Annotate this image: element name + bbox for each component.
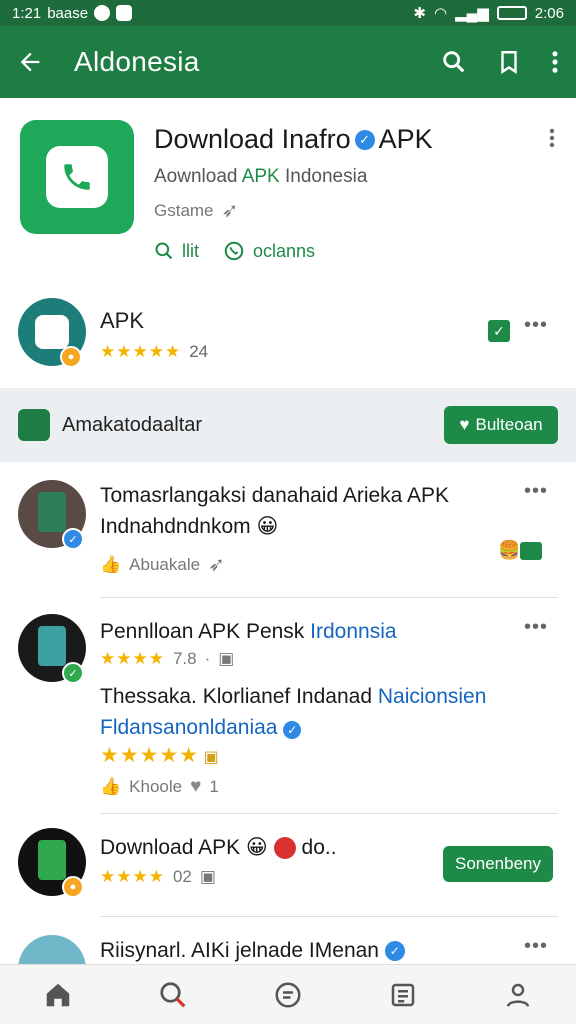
- pin-icon: ➶: [221, 200, 239, 222]
- home-icon[interactable]: [38, 975, 78, 1015]
- more-horizontal-icon[interactable]: •••: [524, 616, 548, 639]
- app-name: APK: [100, 308, 145, 333]
- image-icon: ▣: [199, 867, 216, 886]
- bluetooth-icon: ✱: [413, 5, 426, 22]
- like-icon[interactable]: 👍: [100, 555, 121, 575]
- app-links: llit oclanns: [154, 240, 315, 262]
- link-oclanns[interactable]: oclanns: [223, 240, 315, 262]
- post-body: Thessaka. Klorlianef Indanad Naicionsien…: [100, 685, 487, 739]
- post-item[interactable]: Riisynarl. AIKi jelnade IMenan ✓ •••: [0, 917, 576, 964]
- post-title: Pennlloan APK Pensk Irdonnsia: [100, 620, 397, 643]
- app-title: Download Inafro ✓ APK: [154, 124, 433, 154]
- verified-icon: ✓: [354, 129, 375, 150]
- status-time-left: 1:21: [12, 4, 42, 22]
- app-meta: Gstame ➶: [154, 200, 239, 222]
- like-icon[interactable]: 👍: [100, 777, 121, 797]
- post-item[interactable]: ✓ Tomasrlangaksi danahaid Arieka APK Ind…: [0, 462, 576, 597]
- check-icon[interactable]: ✓: [488, 320, 510, 342]
- battery-icon: [496, 6, 527, 20]
- post-avatar: [18, 935, 86, 964]
- tree-icon: [18, 409, 50, 441]
- bottom-navigation: [0, 964, 576, 1024]
- page-title: Aldonesia: [74, 46, 200, 77]
- post-action-button[interactable]: Sonenbeny: [443, 846, 553, 882]
- app-logo: [20, 120, 134, 234]
- badge-icon: ●: [60, 346, 82, 368]
- status-bar: 1:21 baase ✱ ◠ ▂▄▆ 2:06: [0, 0, 576, 26]
- link-llit[interactable]: llit: [154, 240, 199, 262]
- more-horizontal-icon[interactable]: •••: [524, 314, 548, 337]
- post-meta: 👍 Khoole ♥ 1: [100, 776, 219, 798]
- more-vertical-icon[interactable]: [550, 48, 560, 76]
- status-carrier: baase: [47, 4, 89, 22]
- chat-icon[interactable]: [268, 975, 308, 1015]
- app-header-card: Download Inafro ✓ APK Aownload APK Indon…: [0, 98, 576, 288]
- post-stars: ★★★★★ ▣: [100, 744, 219, 767]
- notification-icon: [94, 5, 111, 21]
- status-time-right: 2:06: [534, 4, 564, 22]
- heart-icon: ♥: [459, 415, 470, 434]
- emoji-icon: [273, 837, 296, 860]
- post-item[interactable]: ✓ Pennlloan APK Pensk Irdonnsia ★★★★ 7.8…: [0, 598, 576, 813]
- wifi-icon: ◠: [434, 5, 448, 22]
- badge-icon: ●: [62, 876, 84, 898]
- rating-stars: ★★★★★: [100, 342, 182, 361]
- verified-badge-icon: ✓: [62, 528, 84, 550]
- image-icon: ▣: [218, 649, 235, 668]
- more-vertical-icon[interactable]: [548, 126, 556, 155]
- share-icon[interactable]: ➶: [208, 552, 225, 577]
- post-title: Riisynarl. AIKi jelnade IMenan ✓: [100, 935, 516, 964]
- app-bar: Aldonesia: [0, 26, 576, 98]
- post-rating: ★★★★ 7.8 · ▣: [100, 649, 235, 668]
- news-icon[interactable]: [383, 975, 423, 1015]
- photo-icon: [116, 5, 133, 21]
- more-horizontal-icon[interactable]: •••: [524, 935, 548, 958]
- zoom-icon: [155, 242, 173, 260]
- section-header: Amakatodaaltar ♥ Bulteoan: [0, 388, 576, 462]
- post-meta: 👍 Abuakale ➶: [100, 552, 225, 577]
- signal-icon: ▂▄▆: [455, 5, 489, 22]
- section-title: Amakatodaaltar: [62, 413, 203, 436]
- section-action-button[interactable]: ♥ Bulteoan: [444, 406, 558, 444]
- bookmark-icon[interactable]: [496, 48, 522, 76]
- app-list-item[interactable]: ● APK ★★★★★ 24 ✓ •••: [0, 288, 576, 388]
- post-title: Tomasrlangaksi danahaid Arieka APK Indna…: [100, 484, 450, 538]
- trophy-icon: ▣: [203, 749, 219, 766]
- verified-badge-icon: ✓: [62, 662, 84, 684]
- verified-icon: ✓: [384, 941, 405, 962]
- reaction-icons: 🍔: [498, 540, 543, 561]
- whatsapp-icon: [224, 241, 244, 261]
- verified-icon: ✓: [283, 721, 302, 739]
- heart-icon[interactable]: ♥: [190, 776, 201, 798]
- search-icon[interactable]: [440, 48, 468, 76]
- app-rating: ★★★★★ 24: [100, 342, 208, 362]
- more-horizontal-icon[interactable]: •••: [524, 480, 548, 503]
- profile-icon[interactable]: [498, 975, 538, 1015]
- phone-icon: [64, 164, 90, 190]
- app-subtitle: Aownload APK Indonesia: [154, 166, 368, 187]
- back-arrow-icon[interactable]: [16, 48, 44, 76]
- post-item[interactable]: ● Download APK 😀 do.. ★★★★ 02 ▣ Sonenben…: [0, 814, 576, 916]
- search-icon[interactable]: [153, 975, 193, 1015]
- rating-count: 24: [189, 342, 209, 361]
